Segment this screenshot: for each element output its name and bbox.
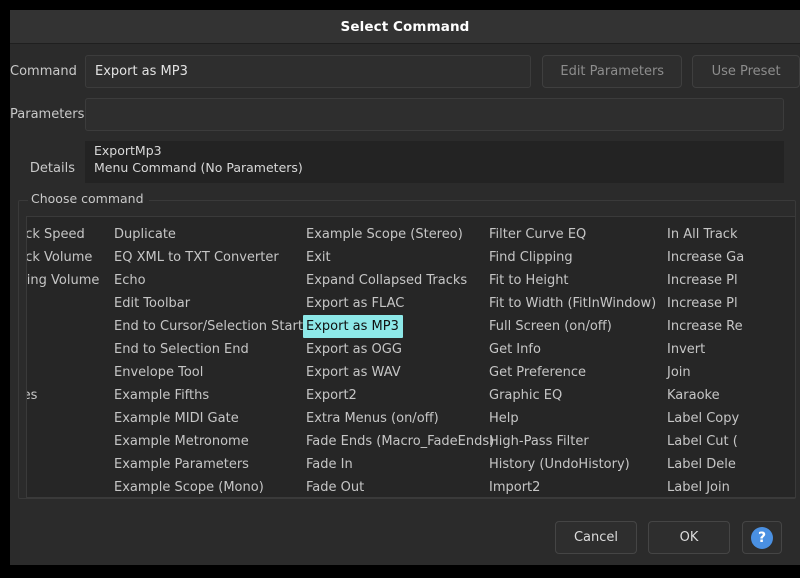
command-list-item[interactable]: Export as OGG [304, 338, 487, 361]
command-list-item[interactable]: Example Scope (Mono) [112, 476, 304, 497]
command-list-item[interactable]: Fit to Width (FitInWindow) [487, 292, 665, 315]
command-list-item[interactable]: Increase Pl [665, 269, 785, 292]
command-list-item[interactable]: Example Scope (Stereo) [304, 223, 487, 246]
details-row: Details ExportMp3 Menu Command (No Param… [10, 141, 800, 183]
command-list-item[interactable]: History (UndoHistory) [487, 453, 665, 476]
command-list-item[interactable]: Get Info [487, 338, 665, 361]
details-line-2: Menu Command (No Parameters) [94, 159, 303, 175]
command-list-item[interactable]: Import2 [487, 476, 665, 497]
command-list-item[interactable]: rtion [27, 430, 112, 453]
command-list-item[interactable]: Extra Menus (on/off) [304, 407, 487, 430]
command-list-item[interactable]: Fade Out [304, 476, 487, 497]
parameters-label: Parameters [10, 107, 85, 122]
edit-parameters-button[interactable]: Edit Parameters [542, 55, 683, 88]
command-list-item[interactable]: Example Fifths [112, 384, 304, 407]
question-mark-icon: ? [751, 526, 773, 549]
details-line-1: ExportMp3 [94, 143, 162, 158]
command-list-item[interactable]: Echo [112, 269, 304, 292]
choose-command-legend: Choose command [28, 191, 149, 206]
command-list-item[interactable]: ease Playback Speed [27, 223, 112, 246]
use-preset-button[interactable]: Use Preset [692, 55, 800, 88]
command-row: Command Export as MP3 Edit Parameters Us… [10, 55, 800, 88]
command-list-item[interactable]: Help [487, 407, 665, 430]
command-list-item[interactable]: Export as MP3 [303, 315, 487, 338]
command-list-item[interactable]: e [27, 315, 112, 338]
command-list-item[interactable]: Increase Re [665, 315, 785, 338]
ok-button[interactable]: OK [648, 521, 730, 554]
command-list-item[interactable]: Karaoke [665, 384, 785, 407]
command-input[interactable]: Export as MP3 [85, 55, 532, 88]
command-list-item[interactable]: Envelope Tool [112, 361, 304, 384]
command-list-item[interactable]: Increase Ga [665, 246, 785, 269]
dialog-title: Select Command [340, 18, 470, 35]
command-list-item[interactable]: EQ XML to TXT Converter [112, 246, 304, 269]
command-list-item[interactable]: Get Preference [487, 361, 665, 384]
command-list-item[interactable]: Filter Curve EQ [487, 223, 665, 246]
command-list-item[interactable]: End to Cursor/Selection Start [112, 315, 304, 338]
command-list-item[interactable]: Label Cut ( [665, 430, 785, 453]
command-list-item[interactable]: Increase Pl [665, 292, 785, 315]
command-list-item[interactable]: Fit to Height [487, 269, 665, 292]
choose-command-frame: ease Playback Speedease Playback Volumee… [18, 200, 796, 499]
command-list-item[interactable]: Label Join [665, 476, 785, 497]
command-list-item[interactable]: Join [665, 361, 785, 384]
command-list-item[interactable]: Graphic EQ [487, 384, 665, 407]
command-list-item[interactable]: Exit [304, 246, 487, 269]
command-list-item[interactable]: In All Track [665, 223, 785, 246]
select-command-dialog: Select Command Command Export as MP3 Edi… [10, 10, 800, 565]
help-button[interactable]: ? [742, 521, 782, 554]
command-list-item[interactable]: High-Pass Filter [487, 430, 665, 453]
command-list-item[interactable]: ease Recording Volume [27, 269, 112, 292]
command-list-item[interactable]: e Key [27, 338, 112, 361]
command-list-item-selected[interactable]: Export as MP3 [303, 315, 403, 338]
dialog-button-bar: Cancel OK ? [10, 510, 800, 565]
command-list-columns: ease Playback Speedease Playback Volumee… [27, 217, 795, 497]
command-label: Command [10, 64, 77, 79]
command-list-item[interactable]: Duplicate [112, 223, 304, 246]
command-list-column: ease Playback Speedease Playback Volumee… [27, 217, 112, 497]
dialog-titlebar: Select Command [10, 10, 800, 44]
command-list-item[interactable]: Expand Collapsed Tracks [304, 269, 487, 292]
command-form: Command Export as MP3 Edit Parameters Us… [10, 55, 800, 183]
command-list-item[interactable]: Edit Toolbar [112, 292, 304, 315]
command-list-item[interactable]: Example Parameters [112, 453, 304, 476]
command-list-item[interactable]: Export2 [304, 384, 487, 407]
command-list-item [27, 453, 112, 476]
command-list-item[interactable]: Label Copy [665, 407, 785, 430]
details-box: ExportMp3 Menu Command (No Parameters) [85, 141, 784, 183]
command-list-item[interactable]: Example Metronome [112, 430, 304, 453]
command-list-item[interactable]: y [27, 292, 112, 315]
details-label: Details [29, 161, 75, 176]
command-list-item[interactable]: ease Playback Volume [27, 246, 112, 269]
command-list-item[interactable]: Export as FLAC [304, 292, 487, 315]
command-list-item[interactable]: ch at Silences [27, 384, 112, 407]
choose-command-group: Choose command ease Playback Speedease P… [18, 191, 796, 499]
command-list-item[interactable]: Fade In [304, 453, 487, 476]
command-list-item[interactable]: Label Dele [665, 453, 785, 476]
parameters-input[interactable] [85, 98, 784, 131]
command-list-item[interactable]: Find Clipping [487, 246, 665, 269]
command-list-item[interactable]: Example MIDI Gate [112, 407, 304, 430]
command-list-column: Duplicate EQ XML to TXT Converter Echo Edit… [112, 217, 304, 497]
command-list-item[interactable]: Full Screen (on/off) [487, 315, 665, 338]
command-list-item[interactable]: ce Toolbar [27, 407, 112, 430]
command-list-column: In All Track Increase Ga Increase Pl Increa… [665, 217, 785, 497]
cancel-button[interactable]: Cancel [555, 521, 637, 554]
command-list-item[interactable]: Export as WAV [304, 361, 487, 384]
command-list-column: Example Scope (Stereo) Exit Expand Collaps… [303, 217, 494, 497]
command-list-column: Filter Curve EQ Find Clipping Fit to Heigh… [487, 217, 665, 497]
parameters-row: Parameters [10, 98, 800, 131]
command-list[interactable]: ease Playback Speedease Playback Volumee… [26, 216, 796, 498]
command-list-item[interactable]: Invert [665, 338, 785, 361]
command-list-item[interactable]: e Key2 [27, 361, 112, 384]
command-list-item[interactable]: Tool [27, 476, 112, 497]
command-list-item[interactable]: End to Selection End [112, 338, 304, 361]
command-list-item[interactable]: Fade Ends (Macro_FadeEnds) [304, 430, 494, 453]
